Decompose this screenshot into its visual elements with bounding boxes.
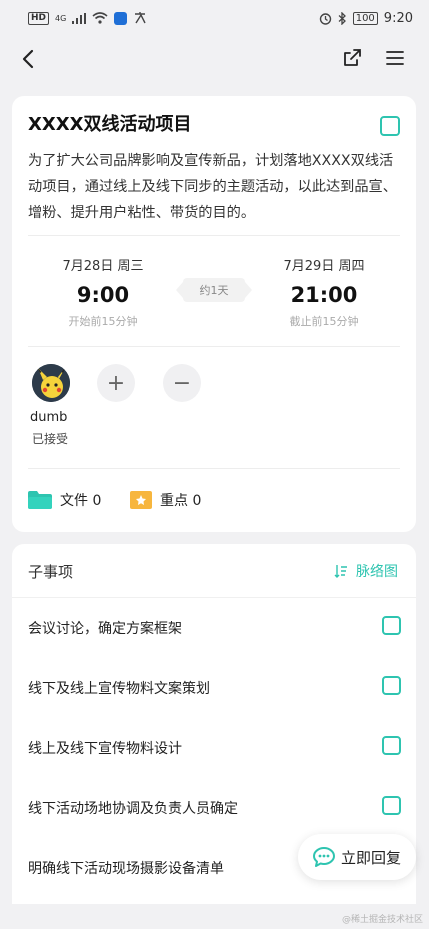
- minus-icon: −: [172, 370, 192, 396]
- add-member-button[interactable]: +: [97, 364, 135, 402]
- divider: [28, 235, 400, 236]
- end-date: 7月29日 周四: [283, 259, 365, 274]
- avatar[interactable]: [32, 364, 70, 402]
- keypoints-label: 重点 0: [155, 490, 208, 510]
- sub-item-checkbox[interactable]: [382, 676, 401, 695]
- member-status: 已接受: [32, 432, 69, 446]
- divider: [28, 468, 400, 469]
- start-reminder: 开始前15分钟: [68, 315, 138, 328]
- network-indicator: 4G: [55, 13, 67, 23]
- timeline-link[interactable]: 脉络图: [334, 561, 398, 581]
- signal-icon: [72, 12, 87, 24]
- sub-item-text: 会议讨论，确定方案框架: [28, 621, 182, 637]
- sub-item-checkbox[interactable]: [382, 796, 401, 815]
- sub-item-text: 明确线下活动现场摄影设备清单: [28, 861, 224, 877]
- start-time-block[interactable]: 7月28日 周三 9:00 开始前15分钟: [28, 258, 178, 330]
- battery-indicator: 100: [352, 11, 378, 25]
- sub-items-title: 子事项: [28, 563, 74, 581]
- clock: 9:20: [383, 10, 413, 26]
- reply-button[interactable]: 立即回复: [298, 834, 416, 880]
- hd-indicator: HD: [28, 11, 50, 25]
- event-card: XXXX双线活动项目 为了扩大公司品牌影响及宣传新品，计划落地XXXX双线活动项…: [12, 96, 416, 532]
- sub-item-row[interactable]: 会议讨论，确定方案框架: [12, 598, 416, 658]
- sub-item-text: 线下及线上宣传物料文案策划: [28, 681, 210, 697]
- sub-item-row[interactable]: 线下及线上宣传物料文案策划: [12, 658, 416, 718]
- nav-bar: [0, 36, 429, 82]
- sub-item-row[interactable]: 线上及线下宣传物料设计: [12, 718, 416, 778]
- share-icon[interactable]: [340, 46, 364, 70]
- folder-icon: [28, 491, 52, 509]
- chat-bubble-icon: [312, 847, 335, 867]
- sub-item-checkbox[interactable]: [382, 616, 401, 635]
- member-name: dumb: [30, 410, 68, 425]
- start-date: 7月28日 周三: [62, 259, 144, 274]
- keypoints-button[interactable]: 重点 0: [130, 490, 208, 510]
- menu-icon[interactable]: [383, 46, 407, 70]
- files-label: 文件 0: [55, 490, 108, 510]
- end-time-block[interactable]: 7月29日 周四 21:00 截止前15分钟: [249, 258, 399, 330]
- duration-badge: 约1天: [176, 278, 252, 302]
- alarm-icon: [319, 12, 331, 25]
- sub-item-text: 线上及线下宣传物料设计: [28, 741, 182, 757]
- watermark: @稀土掘金技术社区: [341, 915, 423, 925]
- sub-items-header: 子事项 脉络图: [12, 544, 416, 598]
- status-bar: HD 4G 100 9:20: [0, 0, 429, 36]
- sub-item-row[interactable]: 线下活动场地协调及负责人员确定: [12, 778, 416, 838]
- divider: [28, 346, 400, 347]
- plus-icon: +: [106, 370, 126, 396]
- reply-button-label: 立即回复: [340, 848, 401, 867]
- back-arrow-icon[interactable]: [16, 46, 42, 72]
- event-description: 为了扩大公司品牌影响及宣传新品，计划落地XXXX双线活动项目，通过线上及线下同步…: [28, 153, 397, 221]
- sub-item-text: 线下活动场地协调及负责人员确定: [28, 801, 238, 817]
- timeline-icon: [334, 565, 347, 578]
- remove-member-button[interactable]: −: [163, 364, 201, 402]
- translate-icon: [135, 12, 146, 24]
- timeline-link-label: 脉络图: [356, 564, 398, 580]
- files-button[interactable]: 文件 0: [28, 490, 108, 510]
- event-complete-checkbox[interactable]: [380, 116, 400, 136]
- sub-item-checkbox[interactable]: [382, 736, 401, 755]
- shield-app-icon: [114, 11, 128, 25]
- start-time: 9:00: [76, 283, 130, 307]
- event-title: XXXX双线活动项目: [28, 114, 192, 135]
- end-time: 21:00: [290, 283, 358, 307]
- bluetooth-icon: [338, 11, 346, 25]
- star-icon: [130, 491, 152, 509]
- end-reminder: 截止前15分钟: [289, 315, 359, 328]
- wifi-icon: [92, 12, 108, 24]
